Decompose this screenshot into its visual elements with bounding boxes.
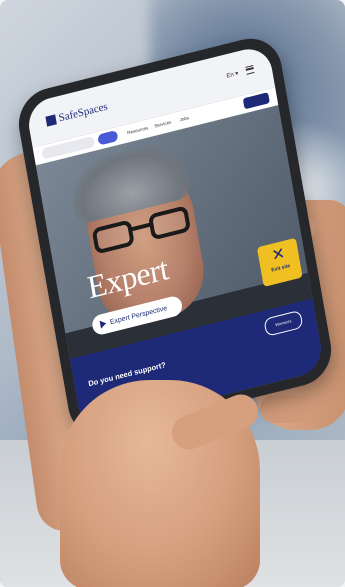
nav-link-jobs[interactable]: Jobs — [179, 112, 190, 125]
play-icon — [99, 319, 107, 329]
nav-link-resources[interactable]: Resources — [126, 122, 149, 138]
hamburger-menu-icon[interactable] — [245, 65, 255, 75]
logo-mark-icon — [45, 114, 57, 127]
site-logo[interactable]: SafeSpaces — [45, 100, 109, 128]
photo-frame: SafeSpaces En ▾ Resources Services Jobs — [0, 0, 345, 587]
nav-pill-active[interactable] — [97, 129, 119, 146]
nav-link-services[interactable]: Services — [153, 117, 172, 132]
logo-text: SafeSpaces — [57, 100, 109, 125]
nav-cta-button[interactable] — [242, 92, 270, 110]
finger — [260, 395, 320, 423]
support-badge[interactable]: Women's — [263, 309, 304, 337]
language-selector[interactable]: En ▾ — [226, 70, 239, 80]
